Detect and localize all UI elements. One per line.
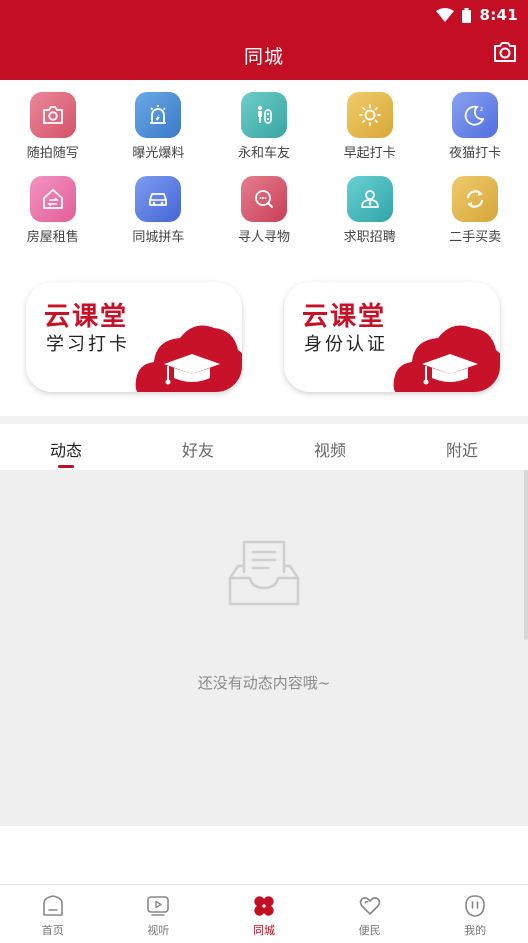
feature-item-carpool[interactable]: 同城拼车 — [106, 176, 212, 260]
feed-content[interactable]: 还没有动态内容哦~ — [0, 470, 528, 826]
nav-label: 我的 — [464, 924, 487, 937]
tab-nearby[interactable]: 附近 — [396, 424, 528, 470]
feature-label: 随拍随写 — [26, 146, 79, 161]
status-bar: 8:41 — [436, 4, 518, 26]
card-title: 云课堂 — [302, 302, 387, 332]
feature-row-1: 随拍随写 曝光爆料 永和车友 早起打卡 z 夜猫打卡 — [0, 92, 528, 176]
scrollbar[interactable] — [524, 470, 528, 640]
feature-item-car-friends[interactable]: 永和车友 — [211, 92, 317, 176]
feature-item-jobs[interactable]: 求职招聘 — [317, 176, 423, 260]
promo-cards: 云课堂 学习打卡 云课堂 身份认证 — [0, 282, 528, 394]
cloud-class-checkin-card[interactable]: 云课堂 学习打卡 — [26, 282, 242, 392]
nav-profile[interactable]: 我的 — [422, 885, 528, 943]
tab-dynamic[interactable]: 动态 — [0, 424, 132, 470]
empty-message: 还没有动态内容哦~ — [197, 674, 331, 692]
status-time: 8:41 — [479, 6, 518, 24]
alarm-icon — [135, 92, 182, 138]
section-divider — [0, 416, 528, 424]
nav-local[interactable]: 同城 — [211, 885, 317, 943]
recycle-icon — [452, 176, 499, 222]
feature-label: 寻人寻物 — [237, 230, 290, 245]
card-subtitle: 学习打卡 — [46, 334, 130, 355]
camera-icon[interactable] — [492, 40, 518, 64]
feature-label: 房屋租售 — [26, 230, 79, 245]
feature-item-expose[interactable]: 曝光爆料 — [106, 92, 212, 176]
nav-home[interactable]: 首页 — [0, 885, 106, 943]
tab-label: 附近 — [445, 441, 478, 460]
heart-icon — [359, 897, 380, 915]
battery-icon — [462, 7, 472, 23]
feature-label: 求职招聘 — [343, 230, 396, 245]
bottom-nav: 首页 视听 同城 便民 我的 — [0, 884, 528, 943]
tab-label: 好友 — [181, 441, 214, 460]
empty-inbox-icon — [228, 540, 300, 606]
card-title: 云课堂 — [44, 302, 129, 332]
tab-label: 动态 — [49, 441, 82, 460]
person-icon — [346, 176, 393, 222]
clover-icon — [254, 896, 274, 916]
feature-item-housing[interactable]: 房屋租售 — [0, 176, 106, 260]
feed-tabs: 动态 好友 视频 附近 — [0, 424, 528, 470]
feature-item-lost-found[interactable]: 寻人寻物 — [211, 176, 317, 260]
nav-label: 同城 — [252, 924, 275, 937]
feature-label: 二手买卖 — [449, 230, 502, 245]
profile-icon — [465, 895, 485, 917]
page-title: 同城 — [243, 46, 284, 68]
cloud-class-verify-card[interactable]: 云课堂 身份认证 — [284, 282, 500, 392]
graduation-cloud-icon — [135, 325, 242, 392]
feature-label: 同城拼车 — [132, 230, 185, 245]
feature-item-morning-checkin[interactable]: 早起打卡 — [317, 92, 423, 176]
video-icon — [147, 896, 170, 916]
moon-icon: z — [452, 92, 499, 138]
feature-item-night-checkin[interactable]: z 夜猫打卡 — [422, 92, 528, 176]
car-icon — [135, 176, 182, 222]
traffic-icon — [240, 92, 287, 138]
feature-grid: 随拍随写 曝光爆料 永和车友 早起打卡 z 夜猫打卡 房屋租售 同城拼车 寻人寻… — [0, 92, 528, 260]
nav-label: 便民 — [358, 924, 381, 937]
nav-services[interactable]: 便民 — [317, 885, 423, 943]
card-subtitle: 身份认证 — [304, 334, 388, 355]
active-tab-indicator — [58, 465, 74, 468]
sun-icon — [346, 92, 393, 138]
feature-label: 曝光爆料 — [132, 146, 185, 161]
search-chat-icon — [240, 176, 287, 222]
nav-media[interactable]: 视听 — [106, 885, 212, 943]
feature-item-snapshot[interactable]: 随拍随写 — [0, 92, 106, 176]
nav-label: 视听 — [147, 924, 170, 937]
home-icon — [42, 895, 63, 916]
tab-label: 视频 — [313, 441, 346, 460]
feature-label: 夜猫打卡 — [449, 146, 502, 161]
tab-video[interactable]: 视频 — [264, 424, 396, 470]
nav-label: 首页 — [41, 924, 64, 937]
wifi-icon — [436, 8, 455, 22]
svg-text:z: z — [480, 106, 483, 113]
camera-icon — [29, 92, 76, 138]
feature-item-second-hand[interactable]: 二手买卖 — [422, 176, 528, 260]
graduation-cloud-icon — [393, 325, 500, 392]
feature-label: 永和车友 — [237, 146, 290, 161]
tab-friends[interactable]: 好友 — [132, 424, 264, 470]
feature-row-2: 房屋租售 同城拼车 寻人寻物 求职招聘 二手买卖 — [0, 176, 528, 260]
house-swap-icon — [29, 176, 76, 222]
feature-label: 早起打卡 — [343, 146, 396, 161]
top-bar: 8:41 同城 — [0, 0, 528, 80]
